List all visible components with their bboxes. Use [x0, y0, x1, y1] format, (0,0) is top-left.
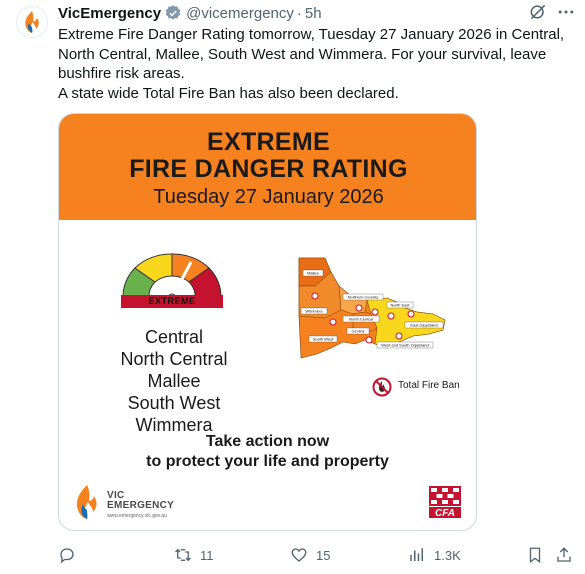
bookmark-icon [529, 547, 541, 564]
tweet-action-bar: 11 15 1.3K [58, 544, 573, 566]
tweet-header: VicEmergency @vicemergency · 5h [58, 3, 322, 23]
banner-line1: EXTREME [207, 128, 330, 156]
verified-badge-icon [164, 4, 182, 22]
view-count: 1.3K [434, 547, 461, 563]
like-icon [291, 548, 307, 562]
reply-icon [60, 548, 74, 564]
map-label: South West [313, 337, 334, 342]
bookmark-button[interactable] [526, 544, 544, 566]
district-item: South West [127, 393, 221, 413]
tweet-text-line: A state wide Total Fire Ban has also bee… [58, 84, 399, 102]
tweet-text-line: bushfire risk areas. [58, 65, 185, 82]
district-item: North Central [120, 349, 228, 369]
repost-count: 11 [200, 547, 214, 563]
repost-icon [175, 548, 191, 562]
logo-url: www.emergency.vic.gov.au [107, 513, 167, 519]
logo-line2: EMERGENCY [107, 500, 175, 511]
repost-button[interactable]: 11 [174, 544, 214, 566]
district-item: Central [144, 327, 204, 347]
share-icon [557, 547, 571, 562]
tweet-text-line: Extreme Fire Danger Rating tomorrow, Tue… [58, 26, 565, 43]
action-line2: to protect your life and property [146, 453, 389, 470]
total-fire-ban-label: Total Fire Ban [398, 380, 460, 391]
map-label: East Gippsland [410, 323, 437, 328]
timestamp[interactable]: 5h [305, 5, 322, 22]
like-button[interactable]: 15 [290, 544, 330, 566]
tweet-text-line: North Central, Mallee, South West and Wi… [58, 45, 547, 63]
vicemergency-flame-icon [25, 11, 39, 33]
tweet-text: Extreme Fire Danger Rating tomorrow, Tue… [58, 25, 568, 103]
grok-icon[interactable] [528, 2, 548, 22]
map-label: Wimmera [305, 309, 323, 314]
views-button[interactable]: 1.3K [408, 544, 461, 566]
author-name[interactable]: VicEmergency [58, 5, 161, 22]
rating-banner: EXTREME FIRE DANGER RATING Tuesday 27 Ja… [59, 114, 476, 220]
gauge-label: EXTREME [121, 295, 223, 308]
cfa-text: CFA [435, 508, 455, 519]
map-label: Mallee [307, 271, 320, 276]
banner-line2: FIRE DANGER RATING [129, 155, 408, 183]
tweet-media-image[interactable]: EXTREME FIRE DANGER RATING Tuesday 27 Ja… [58, 113, 477, 531]
map-label: North East [391, 303, 411, 308]
like-count: 15 [316, 547, 331, 563]
avatar[interactable] [16, 6, 48, 38]
author-handle[interactable]: @vicemergency [186, 5, 294, 22]
no-fire-icon [372, 377, 392, 397]
cfa-logo-icon: CFA [427, 484, 463, 520]
separator: · [296, 4, 302, 22]
action-message: Take action now to protect your life and… [59, 432, 476, 472]
views-icon [410, 548, 423, 561]
map-label: Central [352, 329, 365, 334]
vicemergency-flame-icon [76, 485, 97, 519]
district-list: Central North Central Mallee South West … [99, 326, 249, 436]
victoria-district-map: Mallee Wimmera South West Northern Count… [298, 257, 446, 359]
map-label: Northern Country [348, 295, 379, 300]
district-item: Mallee [147, 371, 201, 391]
banner-date: Tuesday 27 January 2026 [153, 186, 384, 208]
reply-button[interactable] [58, 544, 84, 566]
share-button[interactable] [555, 544, 573, 566]
map-label: West and South Gippsland [381, 343, 429, 348]
action-line1: Take action now [205, 433, 330, 450]
logo-wordmark: VIC EMERGENCY [107, 491, 174, 511]
more-icon[interactable] [556, 2, 576, 22]
map-label: North Central [349, 317, 373, 322]
